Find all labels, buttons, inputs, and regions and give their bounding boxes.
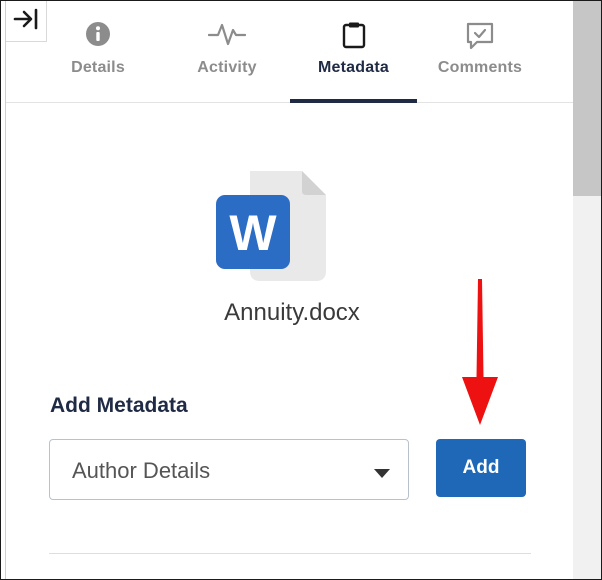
tab-activity-label: Activity: [197, 59, 257, 76]
tab-metadata[interactable]: Metadata: [290, 1, 417, 103]
section-divider: [49, 553, 531, 554]
scrollbar-thumb[interactable]: [573, 1, 601, 196]
metadata-type-select[interactable]: Author Details: [49, 439, 409, 500]
chevron-down-icon: [374, 466, 390, 484]
file-name: Annuity.docx: [224, 299, 360, 326]
word-document-icon: W: [216, 171, 328, 283]
tab-activity[interactable]: Activity: [186, 1, 268, 102]
screenshot-frame: Details Activity Metadata Comments W Ann…: [0, 0, 602, 580]
tab-comments-label: Comments: [437, 59, 523, 76]
comment-icon: [465, 21, 495, 56]
add-metadata-heading: Add Metadata: [50, 394, 188, 417]
panel-tabs: Details Activity Metadata Comments: [6, 1, 574, 103]
activity-icon: [207, 21, 247, 52]
annotation-arrow-icon: [456, 277, 504, 432]
active-tab-indicator: [290, 99, 417, 103]
add-metadata-button[interactable]: Add: [436, 439, 526, 497]
collapse-arrow-icon: [13, 8, 39, 35]
vertical-scrollbar[interactable]: [573, 1, 601, 579]
tab-comments[interactable]: Comments: [430, 1, 530, 102]
clipboard-icon: [342, 21, 366, 54]
tab-details-label: Details: [71, 59, 125, 76]
tab-details[interactable]: Details: [60, 1, 136, 102]
info-icon: [85, 21, 111, 52]
metadata-type-selected-value: Author Details: [72, 458, 211, 483]
collapse-panel-button[interactable]: [6, 1, 47, 42]
tab-metadata-label: Metadata: [318, 59, 389, 76]
word-icon-letter: W: [229, 205, 277, 261]
